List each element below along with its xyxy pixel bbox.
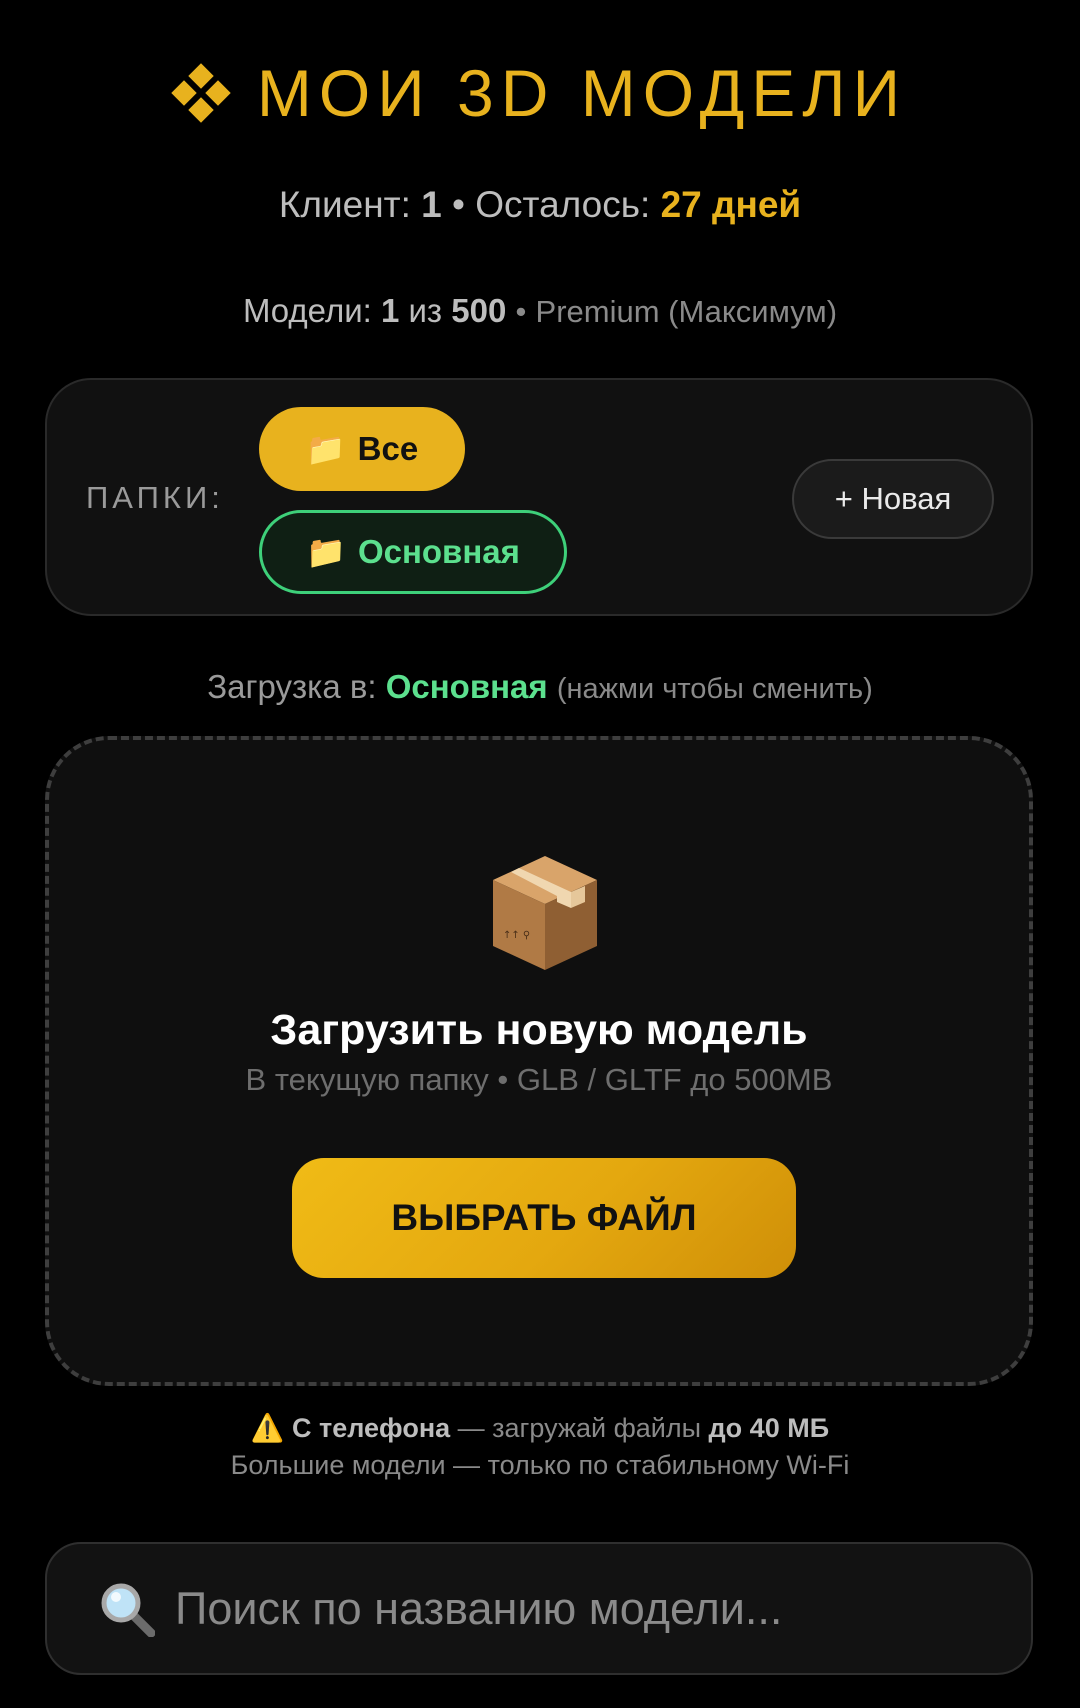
folder-all-label: Все — [357, 430, 419, 467]
client-label: Клиент: — [278, 184, 411, 225]
folder-all-button[interactable]: 📁 Все — [259, 407, 465, 491]
warning-line-2: Большие модели — только по стабильному W… — [230, 1450, 850, 1480]
warning-bold-2: до 40 МБ — [708, 1413, 830, 1443]
upload-subtitle: В текущую папку • GLB / GLTF до 500MB — [245, 1062, 833, 1097]
choose-file-button[interactable]: ВЫБРАТЬ ФАЙЛ — [292, 1158, 796, 1278]
separator: • — [515, 294, 527, 329]
plan-name: Premium (Максимум) — [535, 294, 838, 329]
upload-title: Загрузить новую модель — [270, 1006, 808, 1054]
upload-target-folder: Основная — [385, 668, 548, 705]
page-title: МОИ 3D МОДЕЛИ — [0, 55, 1080, 131]
warning-line-1: ⚠️ С телефона — загружай файлы до 40 МБ — [0, 1410, 1080, 1447]
package-icon: ↑↑ ⚲ — [493, 856, 597, 970]
svg-text:↑↑ ⚲: ↑↑ ⚲ — [503, 930, 530, 941]
upload-dropzone[interactable]: ↑↑ ⚲ Загрузить новую модель В текущую па… — [45, 736, 1033, 1386]
folder-icon: 📁 — [306, 534, 346, 570]
folders-label: ПАПКИ: — [86, 480, 224, 515]
client-status: Клиент: 1 • Осталось: 27 дней — [0, 184, 1080, 226]
models-limit: 500 — [451, 292, 507, 329]
separator: • — [452, 184, 465, 225]
models-count: 1 — [380, 292, 400, 329]
warning-text-1: — загружай файлы — [450, 1413, 709, 1443]
magnifier-icon — [101, 1583, 155, 1637]
upload-target-label: Загрузка в: — [207, 668, 377, 705]
folder-icon: 📁 — [305, 431, 346, 467]
new-folder-button[interactable]: + Новая — [792, 459, 994, 539]
remaining-value: 27 дней — [660, 184, 802, 225]
title-text: МОИ 3D МОДЕЛИ — [256, 56, 908, 130]
warning-icon: ⚠️ — [250, 1413, 285, 1443]
upload-target[interactable]: Загрузка в: Основная (нажми чтобы сменит… — [0, 668, 1080, 706]
folder-main-label: Основная — [357, 533, 520, 570]
models-label: Модели: — [242, 292, 372, 329]
search-bar[interactable] — [45, 1542, 1033, 1675]
client-value: 1 — [421, 184, 442, 225]
diamond-icon — [171, 63, 231, 123]
folders-panel: ПАПКИ: 📁 Все 📁 Основная + Новая — [45, 378, 1033, 616]
folder-main-button[interactable]: 📁 Основная — [259, 510, 567, 594]
remaining-label: Осталось: — [475, 184, 651, 225]
upload-target-hint: (нажми чтобы сменить) — [556, 673, 873, 705]
warning-bold-1: С телефона — [292, 1413, 451, 1443]
phone-warning: ⚠️ С телефона — загружай файлы до 40 МБ … — [0, 1410, 1080, 1484]
models-of: из — [408, 292, 443, 329]
search-input[interactable] — [173, 1581, 977, 1636]
models-status: Модели: 1 из 500 • Premium (Максимум) — [0, 292, 1080, 330]
